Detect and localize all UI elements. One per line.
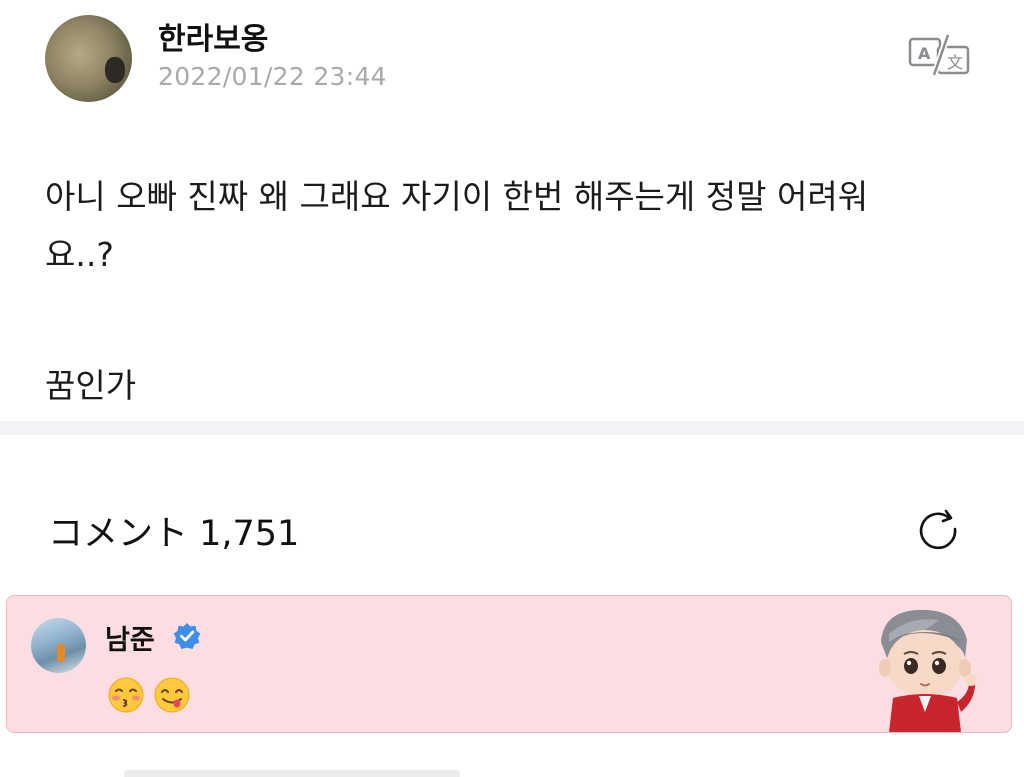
svg-text:A: A [918,44,931,63]
savoring-face-emoji [154,677,190,713]
comment-author-name[interactable]: 남준 [105,618,155,657]
post-text-line: 요..? [45,235,114,274]
comment-author-avatar[interactable] [31,618,86,673]
comments-count-header: コメント 1,751 [48,514,300,554]
post-timestamp: 2022/01/22 23:44 [158,62,387,91]
refresh-icon [919,509,957,550]
translate-button[interactable]: A 文 [908,33,972,77]
post-header: 한라보옹 2022/01/22 23:44 A 文 [0,0,1024,120]
post-text-line: 아니 오빠 진짜 왜 그래요 자기이 한번 해주는게 정말 어려워 [45,177,869,216]
character-sticker [879,609,977,732]
translate-icon: A 文 [908,34,970,76]
author-name[interactable]: 한라보옹 [158,14,268,58]
section-divider [0,421,1024,435]
pinned-comment[interactable]: 남준 [6,595,1012,733]
post-content: 아니 오빠 진짜 왜 그래요 자기이 한번 해주는게 정말 어려워 요..? 꿈… [45,168,995,415]
svg-text:文: 文 [947,53,963,72]
refresh-comments-button[interactable] [915,507,963,555]
comment-body [107,676,199,714]
kissing-face-emoji [108,677,144,713]
author-avatar[interactable] [45,15,132,102]
next-comment-preview [124,770,460,777]
avatar-figure [57,644,65,662]
verified-badge-icon [173,623,201,649]
avatar-image-detail [105,57,125,83]
post-text-line: 꿈인가 [45,366,137,405]
